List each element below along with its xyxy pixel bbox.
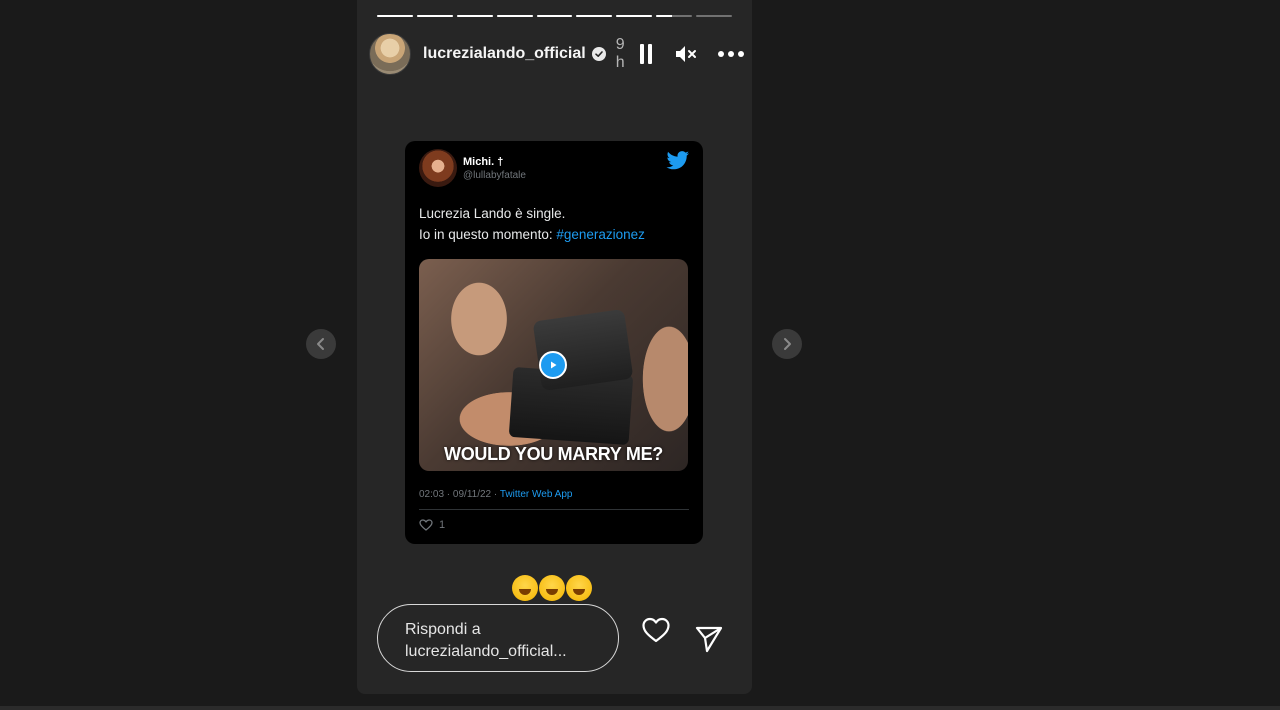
- tweet-text-prefix: Io in questo momento:: [419, 227, 557, 242]
- story-progress-bar: [377, 15, 733, 18]
- more-options-button[interactable]: [718, 44, 744, 64]
- tweet-likes: 1: [419, 519, 445, 531]
- laughing-emoji-icon: [539, 575, 565, 601]
- hashtag-link[interactable]: #generazionez: [556, 227, 645, 242]
- laughing-emoji-icon: [566, 575, 592, 601]
- progress-segment: [416, 15, 453, 17]
- reply-placeholder-line: Rispondi a: [405, 621, 481, 638]
- pause-button[interactable]: [639, 44, 652, 64]
- tweet-text: Lucrezia Lando è single. Io in questo mo…: [419, 203, 645, 245]
- more-options-icon: [728, 51, 734, 57]
- verified-badge-icon: [591, 47, 606, 61]
- progress-segment: [536, 15, 573, 17]
- page-bottom-border: [0, 706, 1280, 710]
- reply-input[interactable]: Rispondi a lucrezialando_official...: [377, 604, 619, 672]
- tweet-avatar: [419, 149, 457, 187]
- chevron-right-icon: [784, 338, 791, 350]
- progress-segment: [456, 15, 493, 17]
- progress-segment: [696, 15, 733, 17]
- username[interactable]: lucrezialando_official: [423, 45, 586, 63]
- story-header: lucrezialando_official 9 h: [369, 33, 744, 75]
- tweet-author-handle: @lullabyfatale: [463, 170, 526, 181]
- progress-segment: [496, 15, 533, 17]
- send-icon: [695, 626, 723, 653]
- progress-segment: [616, 15, 653, 17]
- next-story-button[interactable]: [772, 329, 802, 359]
- tweet-author-name: Michi. †: [463, 156, 504, 168]
- tweet-text-line: Lucrezia Lando è single.: [419, 206, 566, 221]
- tweet-like-count: 1: [439, 519, 446, 531]
- divider: [419, 509, 689, 510]
- progress-segment: [656, 15, 693, 17]
- story-viewer: lucrezialando_official 9 h Michi. † @lul…: [0, 0, 1280, 710]
- tweet-text-line: Io in questo momento: #generazionez: [419, 224, 645, 245]
- progress-segment-fill: [456, 15, 493, 17]
- progress-segment-fill: [496, 15, 533, 17]
- mute-button[interactable]: [674, 43, 698, 65]
- progress-segment-fill: [416, 15, 453, 17]
- send-button[interactable]: [694, 624, 724, 654]
- progress-segment-fill: [377, 15, 413, 17]
- heart-icon: [642, 617, 670, 643]
- heart-outline-icon: [419, 519, 433, 531]
- tweet-source-app: Twitter Web App: [499, 489, 573, 500]
- ring-box-lid: [532, 308, 634, 392]
- tweet-datetime: 02:03 · 09/11/22 ·: [419, 489, 500, 500]
- tweet-meta: 02:03 · 09/11/22 · Twitter Web App: [419, 489, 572, 500]
- emoji-row: [512, 575, 592, 601]
- progress-segment: [576, 15, 613, 17]
- progress-segment-fill: [536, 15, 573, 17]
- volume-muted-icon: [676, 46, 696, 62]
- video-caption: WOULD YOU MARRY ME?: [444, 444, 663, 464]
- story-card: lucrezialando_official 9 h Michi. † @lul…: [357, 0, 752, 694]
- progress-segment-fill: [576, 15, 613, 17]
- story-timestamp: 9 h: [615, 36, 625, 71]
- progress-segment: [377, 15, 413, 17]
- avatar[interactable]: [369, 33, 411, 75]
- play-icon: [551, 361, 557, 369]
- more-options-icon: [738, 51, 744, 57]
- pause-icon: [647, 44, 652, 64]
- more-options-icon: [718, 51, 724, 57]
- pause-icon: [639, 44, 644, 64]
- reply-placeholder-line: lucrezialando_official...: [405, 643, 567, 660]
- chevron-left-icon: [317, 338, 324, 350]
- progress-segment-fill: [616, 15, 653, 17]
- tweet-screenshot: Michi. † @lullabyfatale Lucrezia Lando è…: [405, 141, 703, 544]
- progress-segment-fill: [656, 15, 673, 17]
- play-button[interactable]: [539, 351, 567, 379]
- previous-story-button[interactable]: [306, 329, 336, 359]
- tweet-video[interactable]: WOULD YOU MARRY ME?: [419, 259, 688, 471]
- twitter-bird-icon: [666, 151, 689, 170]
- laughing-emoji-icon: [512, 575, 538, 601]
- like-button[interactable]: [641, 616, 671, 644]
